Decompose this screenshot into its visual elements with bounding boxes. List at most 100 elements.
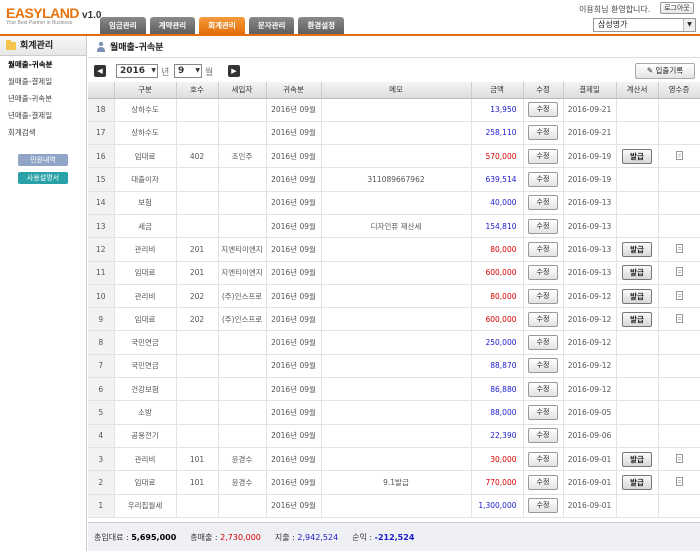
tab-0[interactable]: 임금관리 xyxy=(100,17,146,34)
table-row[interactable]: 17 상하수도 2016년 09월 258,110 수정 2016-09-21 xyxy=(88,121,700,146)
logout-button[interactable]: 로그아웃 xyxy=(660,2,694,14)
receipt-doc-icon[interactable] xyxy=(675,243,683,253)
tab-1[interactable]: 계약관리 xyxy=(149,17,196,34)
receipt-cell xyxy=(658,237,700,262)
row-number: 9 xyxy=(88,307,115,332)
next-month-button[interactable]: ▶ xyxy=(228,65,240,77)
issue-invoice-button[interactable]: 발급 xyxy=(622,474,652,490)
edit-button[interactable]: 수정 xyxy=(528,265,558,281)
row-number: 13 xyxy=(88,214,115,239)
edit-button[interactable]: 수정 xyxy=(528,381,558,397)
table-row[interactable]: 3 관리비 101 윤경수 2016년 09월 30,000 수정 2016-09-01 발급 xyxy=(88,447,700,472)
tenant-cell xyxy=(218,121,267,146)
tenant-cell: (주)인스프로 xyxy=(218,284,267,309)
table-row[interactable]: 10 관리비 202 (주)인스프로 2016년 09월 80,000 수정 2016-09-… xyxy=(88,284,700,309)
ledger-button-label: 입출기록 xyxy=(655,66,684,75)
edit-cell: 수정 xyxy=(523,400,564,425)
prev-month-button[interactable]: ◀ xyxy=(94,65,106,77)
edit-button[interactable]: 수정 xyxy=(528,335,558,351)
year-select[interactable]: 2016 ▼ xyxy=(116,64,158,78)
company-select[interactable]: 삼성명가 ▼ xyxy=(593,18,696,32)
table-row[interactable]: 4 공용전기 2016년 09월 22,390 수정 2016-09-06 xyxy=(88,424,700,448)
edit-button[interactable]: 수정 xyxy=(528,288,558,304)
receipt-doc-icon[interactable] xyxy=(675,453,683,463)
category-cell: 상하수도 xyxy=(114,121,177,146)
receipt-cell xyxy=(658,470,700,495)
edit-button[interactable]: 수정 xyxy=(528,311,558,327)
receipt-doc-icon[interactable] xyxy=(675,313,683,323)
ledger-button[interactable]: ✎ 입출기록 xyxy=(635,63,695,79)
tab-4[interactable]: 환경설정 xyxy=(298,17,345,34)
edit-button[interactable]: 수정 xyxy=(528,172,558,188)
year-select-value: 2016 xyxy=(120,66,146,76)
category-cell: 관리비 xyxy=(114,284,177,309)
receipt-doc-icon[interactable] xyxy=(675,290,683,300)
sidebar-item-2[interactable]: 년매출-귀속분 xyxy=(0,90,86,107)
tab-2[interactable]: 회계관리 xyxy=(199,17,245,34)
receipt-doc-icon[interactable] xyxy=(675,476,683,486)
sidebar-item-3[interactable]: 년매출-결제일 xyxy=(0,107,86,124)
edit-button[interactable]: 수정 xyxy=(528,498,558,514)
issue-invoice-button[interactable]: 발급 xyxy=(622,288,652,304)
table-row[interactable]: 16 임대료 402 조인주 2016년 09월 570,000 수정 2016-09-19 발… xyxy=(88,144,700,169)
table-row[interactable]: 6 건강보험 2016년 09월 86,880 수정 2016-09-12 xyxy=(88,377,700,402)
issue-invoice-button[interactable]: 발급 xyxy=(622,311,652,327)
payment-date-cell: 2016-09-12 xyxy=(563,307,617,332)
edit-button[interactable]: 수정 xyxy=(528,405,558,420)
edit-button[interactable]: 수정 xyxy=(528,428,558,444)
table-body: 18 상하수도 2016년 09월 13,950 수정 2016-09-21 17 상하수도 2… xyxy=(88,98,700,518)
table-row[interactable]: 8 국민연금 2016년 09월 250,000 수정 2016-09-12 xyxy=(88,330,700,355)
table-row[interactable]: 1 우리집월세 2016년 09월 1,300,000 수정 2016-09-01 xyxy=(88,494,700,518)
expense-summary: 지출 : 2,942,524 xyxy=(275,532,338,543)
edit-button[interactable]: 수정 xyxy=(528,102,558,118)
invoice-cell xyxy=(616,424,659,448)
memo-cell xyxy=(321,494,472,518)
edit-cell: 수정 xyxy=(523,261,564,285)
issue-invoice-button[interactable]: 발급 xyxy=(622,241,652,257)
table-row[interactable]: 11 임대료 201 지엔티이엔지 2016년 09월 600,000 수정 2016-09-… xyxy=(88,261,700,285)
month-select[interactable]: 9 ▼ xyxy=(174,64,202,78)
receipt-doc-icon[interactable] xyxy=(675,267,683,277)
table-row[interactable]: 5 소방 2016년 09월 88,000 수정 2016-09-05 xyxy=(88,400,700,425)
table-row[interactable]: 13 세금 2016년 09월 디자인퓨 재산세 154,810 수정 2016-09-13 xyxy=(88,214,700,239)
table-row[interactable]: 18 상하수도 2016년 09월 13,950 수정 2016-09-21 xyxy=(88,98,700,122)
payment-date-cell: 2016-09-13 xyxy=(563,261,617,285)
category-cell: 국민연금 xyxy=(114,354,177,379)
sidebar-item-0[interactable]: 월매출-귀속분 xyxy=(0,56,86,73)
issue-invoice-button[interactable]: 발급 xyxy=(622,265,652,281)
sidebar-item-1[interactable]: 월매출-결제일 xyxy=(0,73,86,90)
receipt-doc-icon[interactable] xyxy=(675,150,683,160)
edit-button[interactable]: 수정 xyxy=(528,241,558,257)
edit-button[interactable]: 수정 xyxy=(528,451,558,467)
edit-cell: 수정 xyxy=(523,98,564,122)
row-number: 18 xyxy=(88,98,115,122)
chevron-down-icon: ▼ xyxy=(151,67,156,74)
category-cell: 임대료 xyxy=(114,307,177,332)
edit-button[interactable]: 수정 xyxy=(528,125,558,141)
user-icon xyxy=(96,41,106,52)
page-title-label: 월매출-귀속분 xyxy=(110,43,164,53)
complaints-button[interactable]: 민원내역 xyxy=(18,154,68,166)
sidebar: 회계관리 월매출-귀속분 월매출-결제일 년매출-귀속분 년매출-결제일 회계검색 민원… xyxy=(0,36,87,551)
app-logo[interactable]: EASYLAND v1.0 Your Best Partner in Busine… xyxy=(6,5,101,26)
sidebar-item-4[interactable]: 회계검색 xyxy=(0,124,86,141)
table-row[interactable]: 2 임대료 101 윤경수 2016년 09월 9.1발급 770,000 수정 2016-09… xyxy=(88,470,700,495)
issue-invoice-button[interactable]: 발급 xyxy=(622,451,652,467)
table-row[interactable]: 15 대출이자 2016년 09월 311089667962 639,514 수정 2016… xyxy=(88,167,700,192)
row-number: 7 xyxy=(88,354,115,379)
edit-button[interactable]: 수정 xyxy=(528,218,558,234)
table-row[interactable]: 12 관리비 201 지엔티이엔지 2016년 09월 80,000 수정 2016-09-1… xyxy=(88,237,700,262)
table-row[interactable]: 14 보험 2016년 09월 40,000 수정 2016-09-13 xyxy=(88,191,700,215)
tab-3[interactable]: 문자관리 xyxy=(248,17,295,34)
amount-cell: 40,000 xyxy=(471,191,524,215)
edit-button[interactable]: 수정 xyxy=(528,474,558,490)
payment-date-cell: 2016-09-06 xyxy=(563,424,617,448)
issue-invoice-button[interactable]: 발급 xyxy=(622,148,652,164)
amount-cell: 154,810 xyxy=(471,214,524,239)
table-row[interactable]: 9 임대료 202 (주)인스프로 2016년 09월 600,000 수정 2016-09-… xyxy=(88,307,700,332)
edit-button[interactable]: 수정 xyxy=(528,148,558,164)
edit-button[interactable]: 수정 xyxy=(528,358,558,374)
table-row[interactable]: 7 국민연금 2016년 09월 88,870 수정 2016-09-12 xyxy=(88,354,700,379)
edit-button[interactable]: 수정 xyxy=(528,195,558,211)
manual-button[interactable]: 사용설명서 xyxy=(18,172,68,184)
